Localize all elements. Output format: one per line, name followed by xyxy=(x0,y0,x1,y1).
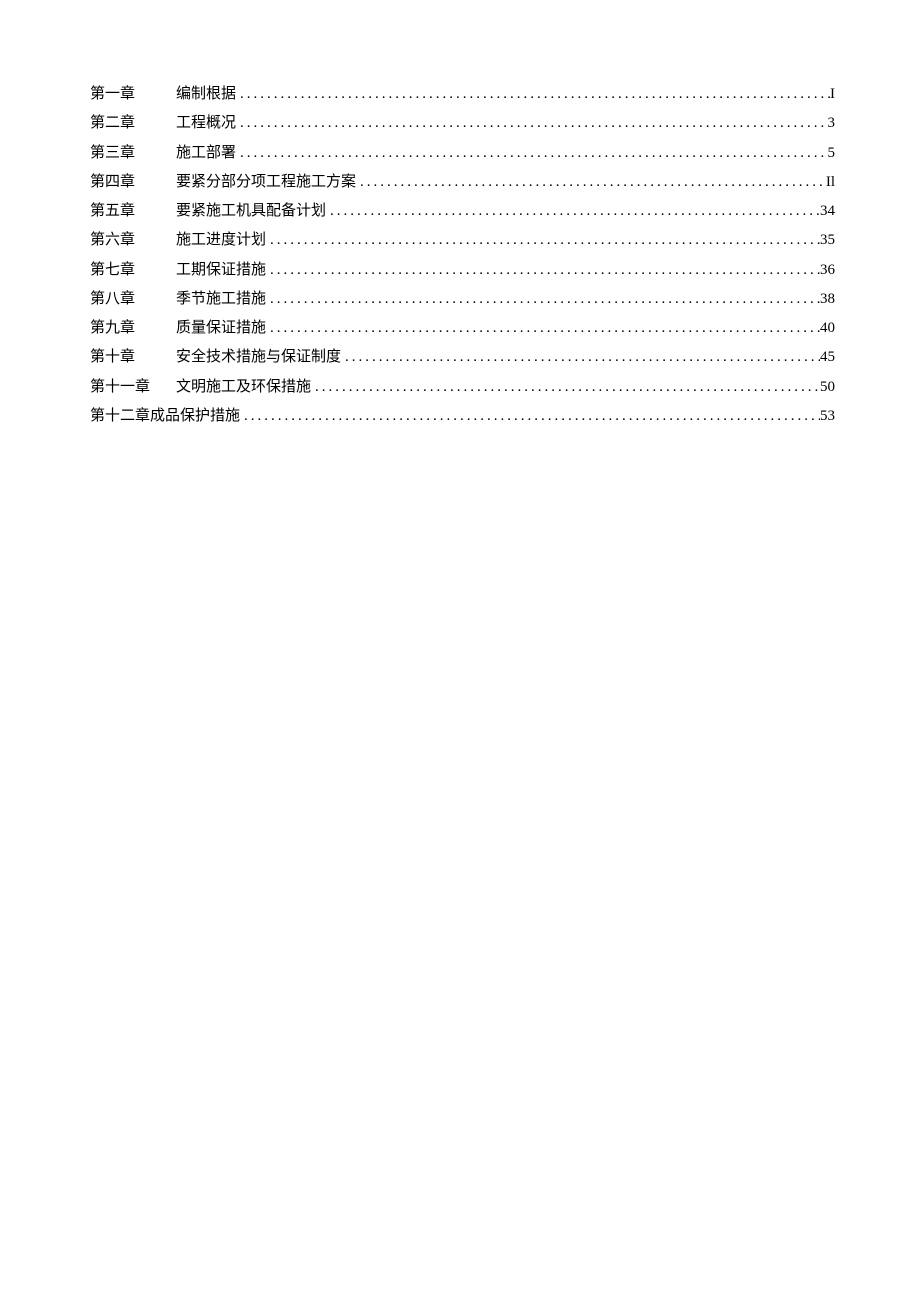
toc-title: 文明施工及环保措施 xyxy=(176,373,311,402)
toc-chapter: 第十一章 xyxy=(90,373,176,402)
toc-entry: 第八章 季节施工措施 38 xyxy=(90,285,835,314)
toc-leader-dots xyxy=(240,402,820,431)
toc-title: 安全技术措施与保证制度 xyxy=(176,343,341,372)
toc-leader-dots xyxy=(356,168,826,197)
toc-page: 50 xyxy=(820,373,835,402)
toc-entry: 第三章 施工部署 5 xyxy=(90,139,835,168)
toc-leader-dots xyxy=(236,80,830,109)
toc-leader-dots xyxy=(266,226,820,255)
toc-page: 53 xyxy=(820,402,835,431)
toc-leader-dots xyxy=(236,139,827,168)
toc-entry: 第五章 要紧施工机具配备计划 34 xyxy=(90,197,835,226)
toc-page: 36 xyxy=(820,256,835,285)
toc-title: 施工部署 xyxy=(176,139,236,168)
toc-chapter: 第五章 xyxy=(90,197,176,226)
toc-chapter: 第七章 xyxy=(90,256,176,285)
toc-page: 40 xyxy=(820,314,835,343)
toc-entry: 第十章 安全技术措施与保证制度 45 xyxy=(90,343,835,372)
toc-title: 要紧分部分项工程施工方案 xyxy=(176,168,356,197)
toc-entry: 第九章 质量保证措施 40 xyxy=(90,314,835,343)
toc-chapter: 第十二章 xyxy=(90,402,150,431)
toc-page: I xyxy=(830,80,835,109)
toc-entry: 第十二章 成品保护措施 53 xyxy=(90,402,835,431)
toc-leader-dots xyxy=(236,109,827,138)
toc-chapter: 第三章 xyxy=(90,139,176,168)
toc-title: 工程概况 xyxy=(176,109,236,138)
toc-title: 施工进度计划 xyxy=(176,226,266,255)
toc-title: 成品保护措施 xyxy=(150,402,240,431)
toc-leader-dots xyxy=(326,197,820,226)
toc-title: 工期保证措施 xyxy=(176,256,266,285)
table-of-contents: 第一章 编制根据 I 第二章 工程概况 3 第三章 施工部署 5 第四章 要紧分… xyxy=(90,80,835,431)
toc-page: 3 xyxy=(828,109,836,138)
toc-chapter: 第十章 xyxy=(90,343,176,372)
toc-leader-dots xyxy=(311,373,820,402)
toc-title: 质量保证措施 xyxy=(176,314,266,343)
toc-page: 35 xyxy=(820,226,835,255)
toc-entry: 第二章 工程概况 3 xyxy=(90,109,835,138)
toc-chapter: 第四章 xyxy=(90,168,176,197)
toc-entry: 第一章 编制根据 I xyxy=(90,80,835,109)
toc-leader-dots xyxy=(341,343,820,372)
toc-title: 要紧施工机具配备计划 xyxy=(176,197,326,226)
toc-page: Il xyxy=(826,168,835,197)
toc-page: 5 xyxy=(828,139,836,168)
toc-chapter: 第六章 xyxy=(90,226,176,255)
toc-title: 季节施工措施 xyxy=(176,285,266,314)
toc-title: 编制根据 xyxy=(176,80,236,109)
toc-leader-dots xyxy=(266,314,820,343)
toc-leader-dots xyxy=(266,256,820,285)
toc-chapter: 第一章 xyxy=(90,80,176,109)
toc-page: 38 xyxy=(820,285,835,314)
toc-chapter: 第九章 xyxy=(90,314,176,343)
toc-leader-dots xyxy=(266,285,820,314)
toc-entry: 第七章 工期保证措施 36 xyxy=(90,256,835,285)
toc-entry: 第十一章 文明施工及环保措施 50 xyxy=(90,373,835,402)
toc-entry: 第四章 要紧分部分项工程施工方案 Il xyxy=(90,168,835,197)
toc-entry: 第六章 施工进度计划 35 xyxy=(90,226,835,255)
toc-chapter: 第二章 xyxy=(90,109,176,138)
toc-page: 45 xyxy=(820,343,835,372)
toc-chapter: 第八章 xyxy=(90,285,176,314)
toc-page: 34 xyxy=(820,197,835,226)
